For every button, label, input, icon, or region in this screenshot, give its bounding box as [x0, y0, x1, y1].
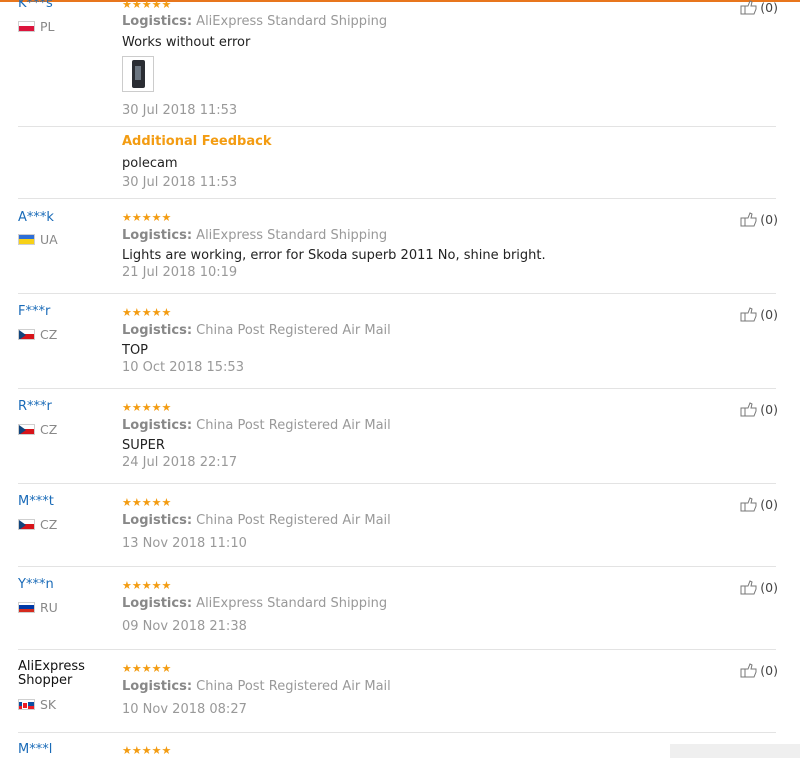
reviewer-name[interactable]: R***r [18, 399, 52, 414]
review-separator [18, 649, 776, 650]
reviewer-country: UA [18, 232, 58, 247]
logistics-info: Logistics: AliExpress Standard Shipping [122, 14, 388, 29]
review-separator [18, 483, 776, 484]
rating-stars: ★★★★★ [122, 211, 172, 224]
flag-sk-icon [18, 698, 35, 710]
review-date: 13 Nov 2018 11:10 [122, 536, 247, 551]
review-separator [18, 566, 776, 567]
thumbs-up-icon [740, 307, 757, 322]
flag-pl-icon [18, 20, 35, 32]
rating-stars: ★★★★★ [122, 662, 172, 675]
review-separator [18, 388, 776, 389]
rating-stars: ★★★★★ [122, 306, 172, 319]
reviewer-country: CZ [18, 517, 57, 532]
logistics-info: Logistics: AliExpress Standard Shipping [122, 228, 388, 243]
reviewer-country: CZ [18, 327, 57, 342]
rating-stars: ★★★★★ [122, 496, 172, 509]
reviewer-country: SK [18, 697, 56, 712]
review-date: 10 Oct 2018 15:53 [122, 360, 244, 375]
helpful-button[interactable]: (0) [740, 212, 778, 227]
review-separator [18, 732, 776, 733]
flag-ua-icon [18, 233, 35, 245]
thumbs-up-icon [740, 497, 757, 512]
additional-feedback-date: 30 Jul 2018 11:53 [122, 175, 238, 190]
flag-cz-icon [18, 518, 35, 530]
logistics-info: Logistics: China Post Registered Air Mai… [122, 323, 391, 338]
additional-feedback-label: Additional Feedback [122, 134, 272, 149]
review-text: SUPER [122, 438, 165, 453]
thumbs-up-icon [740, 0, 757, 15]
review-date: 09 Nov 2018 21:38 [122, 619, 247, 634]
top-accent-line [0, 0, 800, 2]
rating-stars: ★★★★★ [122, 401, 172, 414]
divider [18, 126, 776, 127]
review-text: Lights are working, error for Skoda supe… [122, 248, 546, 263]
reviewer-name[interactable]: AliExpress Shopper [18, 660, 98, 688]
reviewer-name[interactable]: K***s [18, 0, 53, 11]
flag-ru-icon [18, 601, 35, 613]
reviewer-name[interactable]: A***k [18, 210, 54, 225]
review-text: Works without error [122, 35, 251, 50]
helpful-button[interactable]: (0) [740, 307, 778, 322]
review-date: 24 Jul 2018 22:17 [122, 455, 238, 470]
review-photo-thumbnail[interactable] [122, 56, 154, 92]
reviewer-country: RU [18, 600, 58, 615]
reviewer-country: CZ [18, 422, 57, 437]
reviewer-name[interactable]: F***r [18, 304, 50, 319]
thumbs-up-icon [740, 212, 757, 227]
reviewer-name[interactable]: M***t [18, 494, 54, 509]
review-date: 21 Jul 2018 10:19 [122, 265, 238, 280]
helpful-button[interactable]: (0) [740, 663, 778, 678]
helpful-button[interactable]: (0) [740, 0, 778, 15]
rating-stars: ★★★★★ [122, 0, 172, 11]
helpful-button[interactable]: (0) [740, 497, 778, 512]
rating-stars: ★★★★★ [122, 744, 172, 757]
reviewer-country: PL [18, 19, 55, 34]
logistics-info: Logistics: China Post Registered Air Mai… [122, 513, 391, 528]
review-date: 10 Nov 2018 08:27 [122, 702, 247, 717]
thumbs-up-icon [740, 402, 757, 417]
thumbs-up-icon [740, 663, 757, 678]
logistics-info: Logistics: China Post Registered Air Mai… [122, 679, 391, 694]
review-separator [18, 198, 776, 199]
helpful-button[interactable]: (0) [740, 402, 778, 417]
reviewer-name[interactable]: Y***n [18, 577, 54, 592]
reviewer-name[interactable]: M***l [18, 742, 52, 757]
review-text: TOP [122, 343, 149, 358]
rating-stars: ★★★★★ [122, 579, 172, 592]
additional-feedback-text: polecam [122, 156, 178, 171]
logistics-info: Logistics: AliExpress Standard Shipping [122, 596, 388, 611]
flag-cz-icon [18, 423, 35, 435]
review-date: 30 Jul 2018 11:53 [122, 103, 238, 118]
logistics-info: Logistics: China Post Registered Air Mai… [122, 418, 391, 433]
overlay-bar [670, 744, 800, 758]
thumbs-up-icon [740, 580, 757, 595]
helpful-button[interactable]: (0) [740, 580, 778, 595]
flag-cz-icon [18, 328, 35, 340]
review-separator [18, 293, 776, 294]
